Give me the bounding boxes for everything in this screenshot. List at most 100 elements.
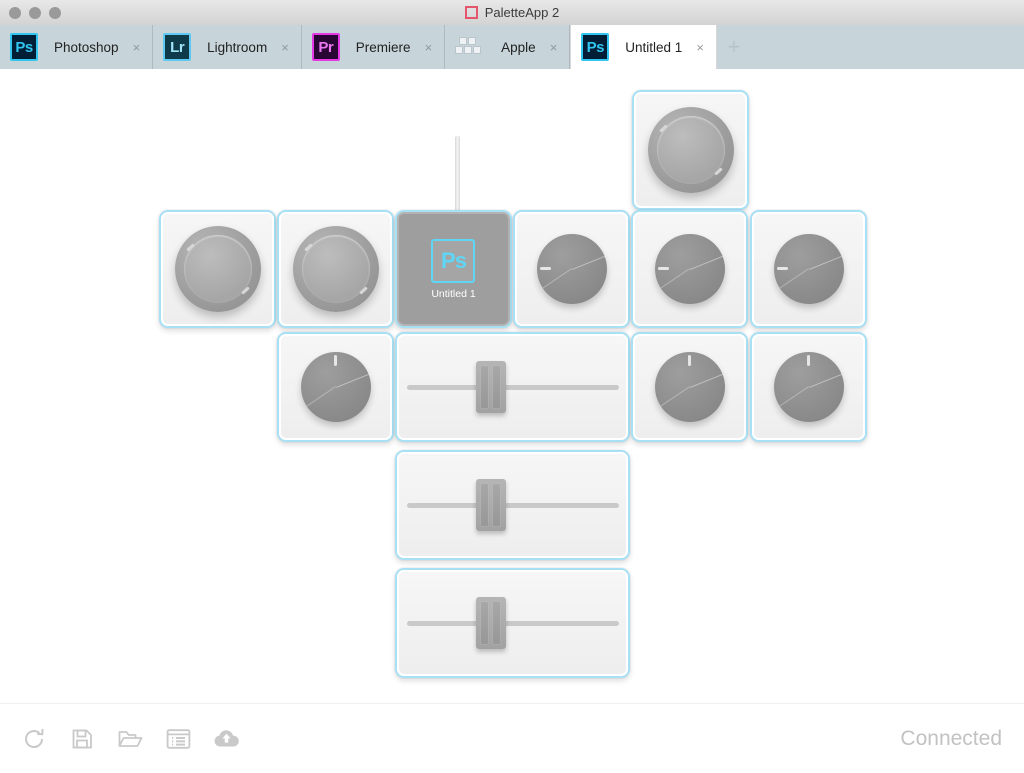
module-face <box>752 334 865 440</box>
close-icon[interactable]: × <box>425 41 433 54</box>
dial-module[interactable] <box>276 209 395 329</box>
tab-lightroom[interactable]: Lr Lightroom × <box>153 25 302 69</box>
rotary-knob[interactable] <box>300 352 371 422</box>
thumb-grip <box>492 483 502 527</box>
slider-thumb[interactable] <box>475 479 506 531</box>
slider-thumb[interactable] <box>475 597 506 649</box>
module-face <box>279 334 392 440</box>
knob-module[interactable] <box>630 209 749 329</box>
tab-premiere[interactable]: Pr Premiere × <box>302 25 446 69</box>
thumb-grip <box>480 365 490 409</box>
slider-track[interactable] <box>406 503 619 508</box>
module-face <box>397 570 628 676</box>
app-tile-body: Ps Untitled 1 <box>431 238 476 300</box>
close-icon[interactable]: × <box>550 41 558 54</box>
tab-bar: Ps Photoshop × Lr Lightroom × Pr Premiere × Apple… <box>0 25 1024 70</box>
footer-toolbar <box>20 725 240 753</box>
slider-track[interactable] <box>406 621 619 626</box>
knob-module[interactable] <box>630 331 749 443</box>
keyboard-icon <box>455 36 485 58</box>
tab-icon-premiere: Pr <box>311 33 340 61</box>
slider-module[interactable] <box>394 449 631 561</box>
close-icon[interactable]: × <box>696 41 704 54</box>
dial-notch <box>240 286 250 295</box>
window-controls[interactable] <box>9 6 61 19</box>
app-window: PaletteApp 2 Ps Photoshop × Lr Lightroom × Pr P… <box>0 0 1024 773</box>
app-module[interactable]: Ps Untitled 1 <box>394 209 513 329</box>
folder-open-icon[interactable] <box>116 725 144 753</box>
knob-indicator <box>539 267 551 270</box>
module-face <box>634 92 747 208</box>
slider-control[interactable] <box>406 479 619 531</box>
module-face <box>633 212 746 326</box>
dial-module[interactable] <box>631 89 750 211</box>
slider-track[interactable] <box>406 385 619 390</box>
thumb-grip <box>492 365 502 409</box>
slider-control[interactable] <box>406 597 619 649</box>
module-face <box>397 452 628 558</box>
frame-icon <box>464 6 478 19</box>
knob-module[interactable] <box>749 331 868 443</box>
refresh-icon[interactable] <box>20 725 48 753</box>
dial-knob[interactable] <box>174 226 261 312</box>
slider-thumb[interactable] <box>475 361 506 413</box>
minimize-button[interactable] <box>29 6 41 19</box>
rotary-knob[interactable] <box>654 352 725 422</box>
tab-icon-untitled1: Ps <box>581 33 610 61</box>
photoshop-icon: Ps <box>431 238 476 283</box>
tab-label-untitled1: Untitled 1 <box>625 39 683 55</box>
tab-untitled1[interactable]: Ps Untitled 1 × <box>570 25 717 69</box>
title-bar: PaletteApp 2 <box>0 0 1024 26</box>
tab-label-premiere: Premiere <box>355 39 411 55</box>
add-tab-button[interactable]: + <box>717 25 751 69</box>
thumb-grip <box>492 601 502 645</box>
knob-module[interactable] <box>749 209 868 329</box>
dial-knob[interactable] <box>292 226 379 312</box>
list-window-icon[interactable] <box>164 725 192 753</box>
rotary-knob[interactable] <box>536 234 607 304</box>
module-face <box>515 212 628 326</box>
close-icon[interactable]: × <box>133 41 141 54</box>
rotary-knob[interactable] <box>773 234 844 304</box>
slider-module[interactable] <box>394 567 631 679</box>
close-button[interactable] <box>9 6 21 19</box>
connection-status: Connected <box>900 726 1002 750</box>
usb-cable <box>455 136 460 212</box>
dial-module[interactable] <box>158 209 277 329</box>
module-face <box>752 212 865 326</box>
knob-indicator <box>333 355 337 366</box>
tab-apple[interactable]: Apple × <box>445 25 571 69</box>
dial-knob[interactable] <box>647 107 734 193</box>
save-icon[interactable] <box>68 725 96 753</box>
thumb-grip <box>480 483 490 527</box>
dial-notch <box>658 124 668 133</box>
tab-label-lightroom: Lightroom <box>207 39 268 55</box>
module-face <box>397 334 628 440</box>
tab-label-photoshop: Photoshop <box>54 39 119 55</box>
knob-module[interactable] <box>276 331 395 443</box>
knob-indicator <box>687 355 691 366</box>
tab-icon-photoshop: Ps <box>10 33 38 61</box>
dial-notch <box>303 243 313 252</box>
close-icon[interactable]: × <box>281 41 289 54</box>
rotary-knob[interactable] <box>773 352 844 422</box>
dial-notch <box>713 167 723 176</box>
module-face <box>161 212 274 326</box>
status-bar: Connected <box>0 703 1024 773</box>
cloud-upload-icon[interactable] <box>212 725 240 753</box>
zoom-button[interactable] <box>49 6 61 19</box>
thumb-grip <box>480 601 490 645</box>
knob-module[interactable] <box>512 209 631 329</box>
module-canvas: Ps Untitled 1 <box>0 69 1024 703</box>
knob-indicator <box>657 267 669 270</box>
module-face: Ps Untitled 1 <box>397 212 510 326</box>
tab-photoshop[interactable]: Ps Photoshop × <box>0 25 154 69</box>
window-title-group: PaletteApp 2 <box>0 0 1024 25</box>
dial-notch <box>185 243 195 252</box>
tab-label-apple: Apple <box>501 39 536 55</box>
slider-module[interactable] <box>394 331 631 443</box>
module-face <box>279 212 392 326</box>
slider-control[interactable] <box>406 361 619 413</box>
rotary-knob[interactable] <box>654 234 725 304</box>
knob-indicator <box>806 355 810 366</box>
